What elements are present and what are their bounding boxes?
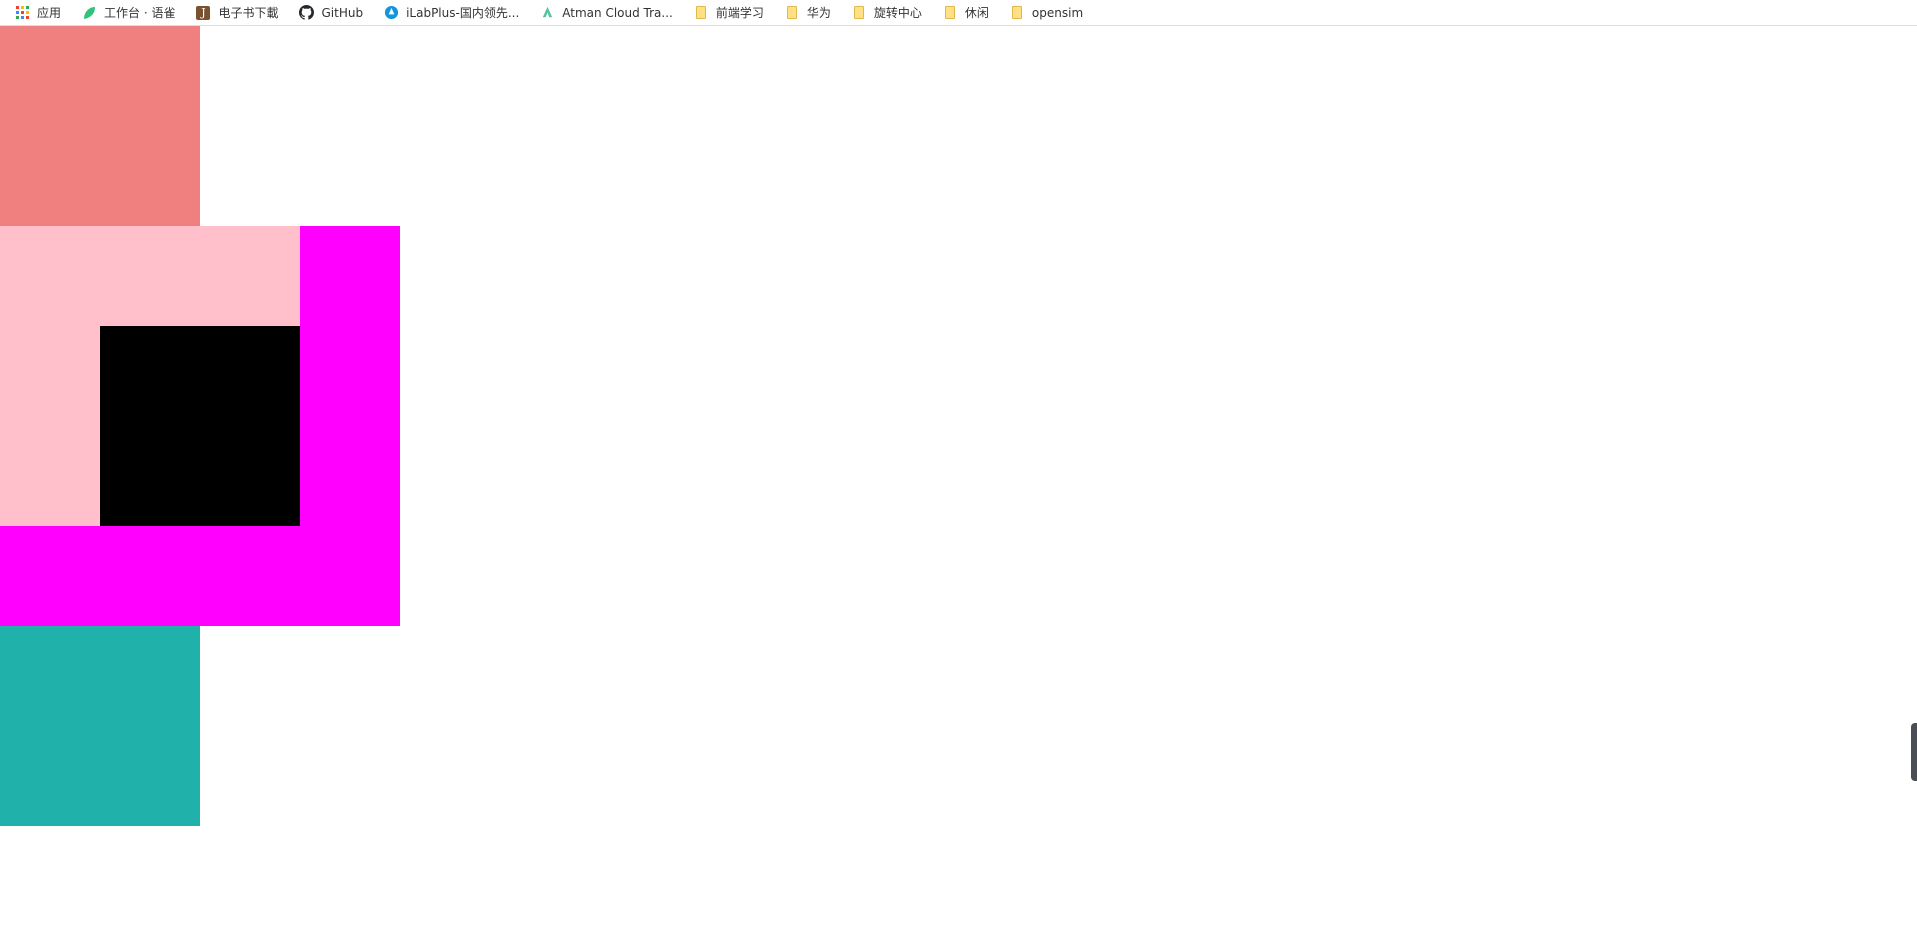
j-book-glyph: J: [196, 5, 211, 20]
apps-grid-dot: [15, 6, 19, 9]
bookmark-label: Atman Cloud Tra...: [562, 5, 673, 20]
apps-grid-icon: [14, 5, 30, 21]
folder-icon: [784, 5, 800, 21]
bookmark-github[interactable]: GitHub: [298, 2, 371, 24]
bookmark-yuque[interactable]: 工作台 · 语雀: [81, 2, 183, 24]
side-panel-handle[interactable]: [1911, 723, 1917, 781]
yuque-leaf-icon: [81, 5, 97, 21]
folder-icon: [1009, 5, 1025, 21]
bookmark-label: 应用: [37, 6, 62, 20]
apps-grid-dot: [20, 6, 24, 9]
bookmark-label: iLabPlus-国内领先...: [406, 6, 520, 20]
bookmark-label: 工作台 · 语雀: [104, 6, 176, 20]
black-box: [100, 326, 300, 526]
apps-grid-dot: [20, 16, 24, 19]
github-icon: [298, 5, 314, 21]
bookmark-folder-rotation-center[interactable]: 旋转中心: [851, 2, 930, 24]
lightseagreen-box: [0, 626, 200, 826]
j-book-icon: J: [195, 5, 211, 21]
apps-grid-dot: [15, 11, 19, 14]
bookmark-label: 旋转中心: [873, 6, 922, 20]
apps-grid-dot: [25, 16, 29, 19]
lightcoral-box: [0, 26, 200, 226]
bookmark-label: opensim: [1031, 5, 1084, 20]
bookmark-folder-huawei[interactable]: 华为: [784, 2, 839, 24]
bookmark-label: GitHub: [321, 5, 364, 20]
bookmark-folder-frontend[interactable]: 前端学习: [693, 2, 772, 24]
bookmark-apps[interactable]: 应用: [14, 2, 69, 24]
folder-icon: [851, 5, 867, 21]
bookmark-label: 休闲: [964, 6, 989, 20]
ilab-drop-icon: [383, 5, 399, 21]
bookmarks-bar: 应用 工作台 · 语雀 J 电子书下載 GitHub iLabPlus-国内领先…: [0, 0, 1917, 26]
magenta-frame-box: [0, 226, 400, 626]
atman-icon: [539, 5, 555, 21]
apps-grid-dot: [20, 11, 24, 14]
bookmark-folder-opensim[interactable]: opensim: [1009, 2, 1091, 24]
bookmark-label: 电子书下載: [218, 6, 279, 20]
folder-icon: [693, 5, 709, 21]
apps-grid-dot: [15, 16, 19, 19]
apps-grid-dot: [25, 11, 29, 14]
bookmark-label: 华为: [806, 6, 831, 20]
apps-grid-dot: [25, 6, 29, 9]
bookmark-ebook[interactable]: J 电子书下載: [195, 2, 286, 24]
bookmark-folder-leisure[interactable]: 休闲: [942, 2, 997, 24]
bookmark-label: 前端学习: [715, 6, 764, 20]
page-canvas: [0, 26, 1917, 948]
bookmark-ilabplus[interactable]: iLabPlus-国内领先...: [383, 2, 527, 24]
folder-icon: [942, 5, 958, 21]
bookmark-atman[interactable]: Atman Cloud Tra...: [539, 2, 681, 24]
